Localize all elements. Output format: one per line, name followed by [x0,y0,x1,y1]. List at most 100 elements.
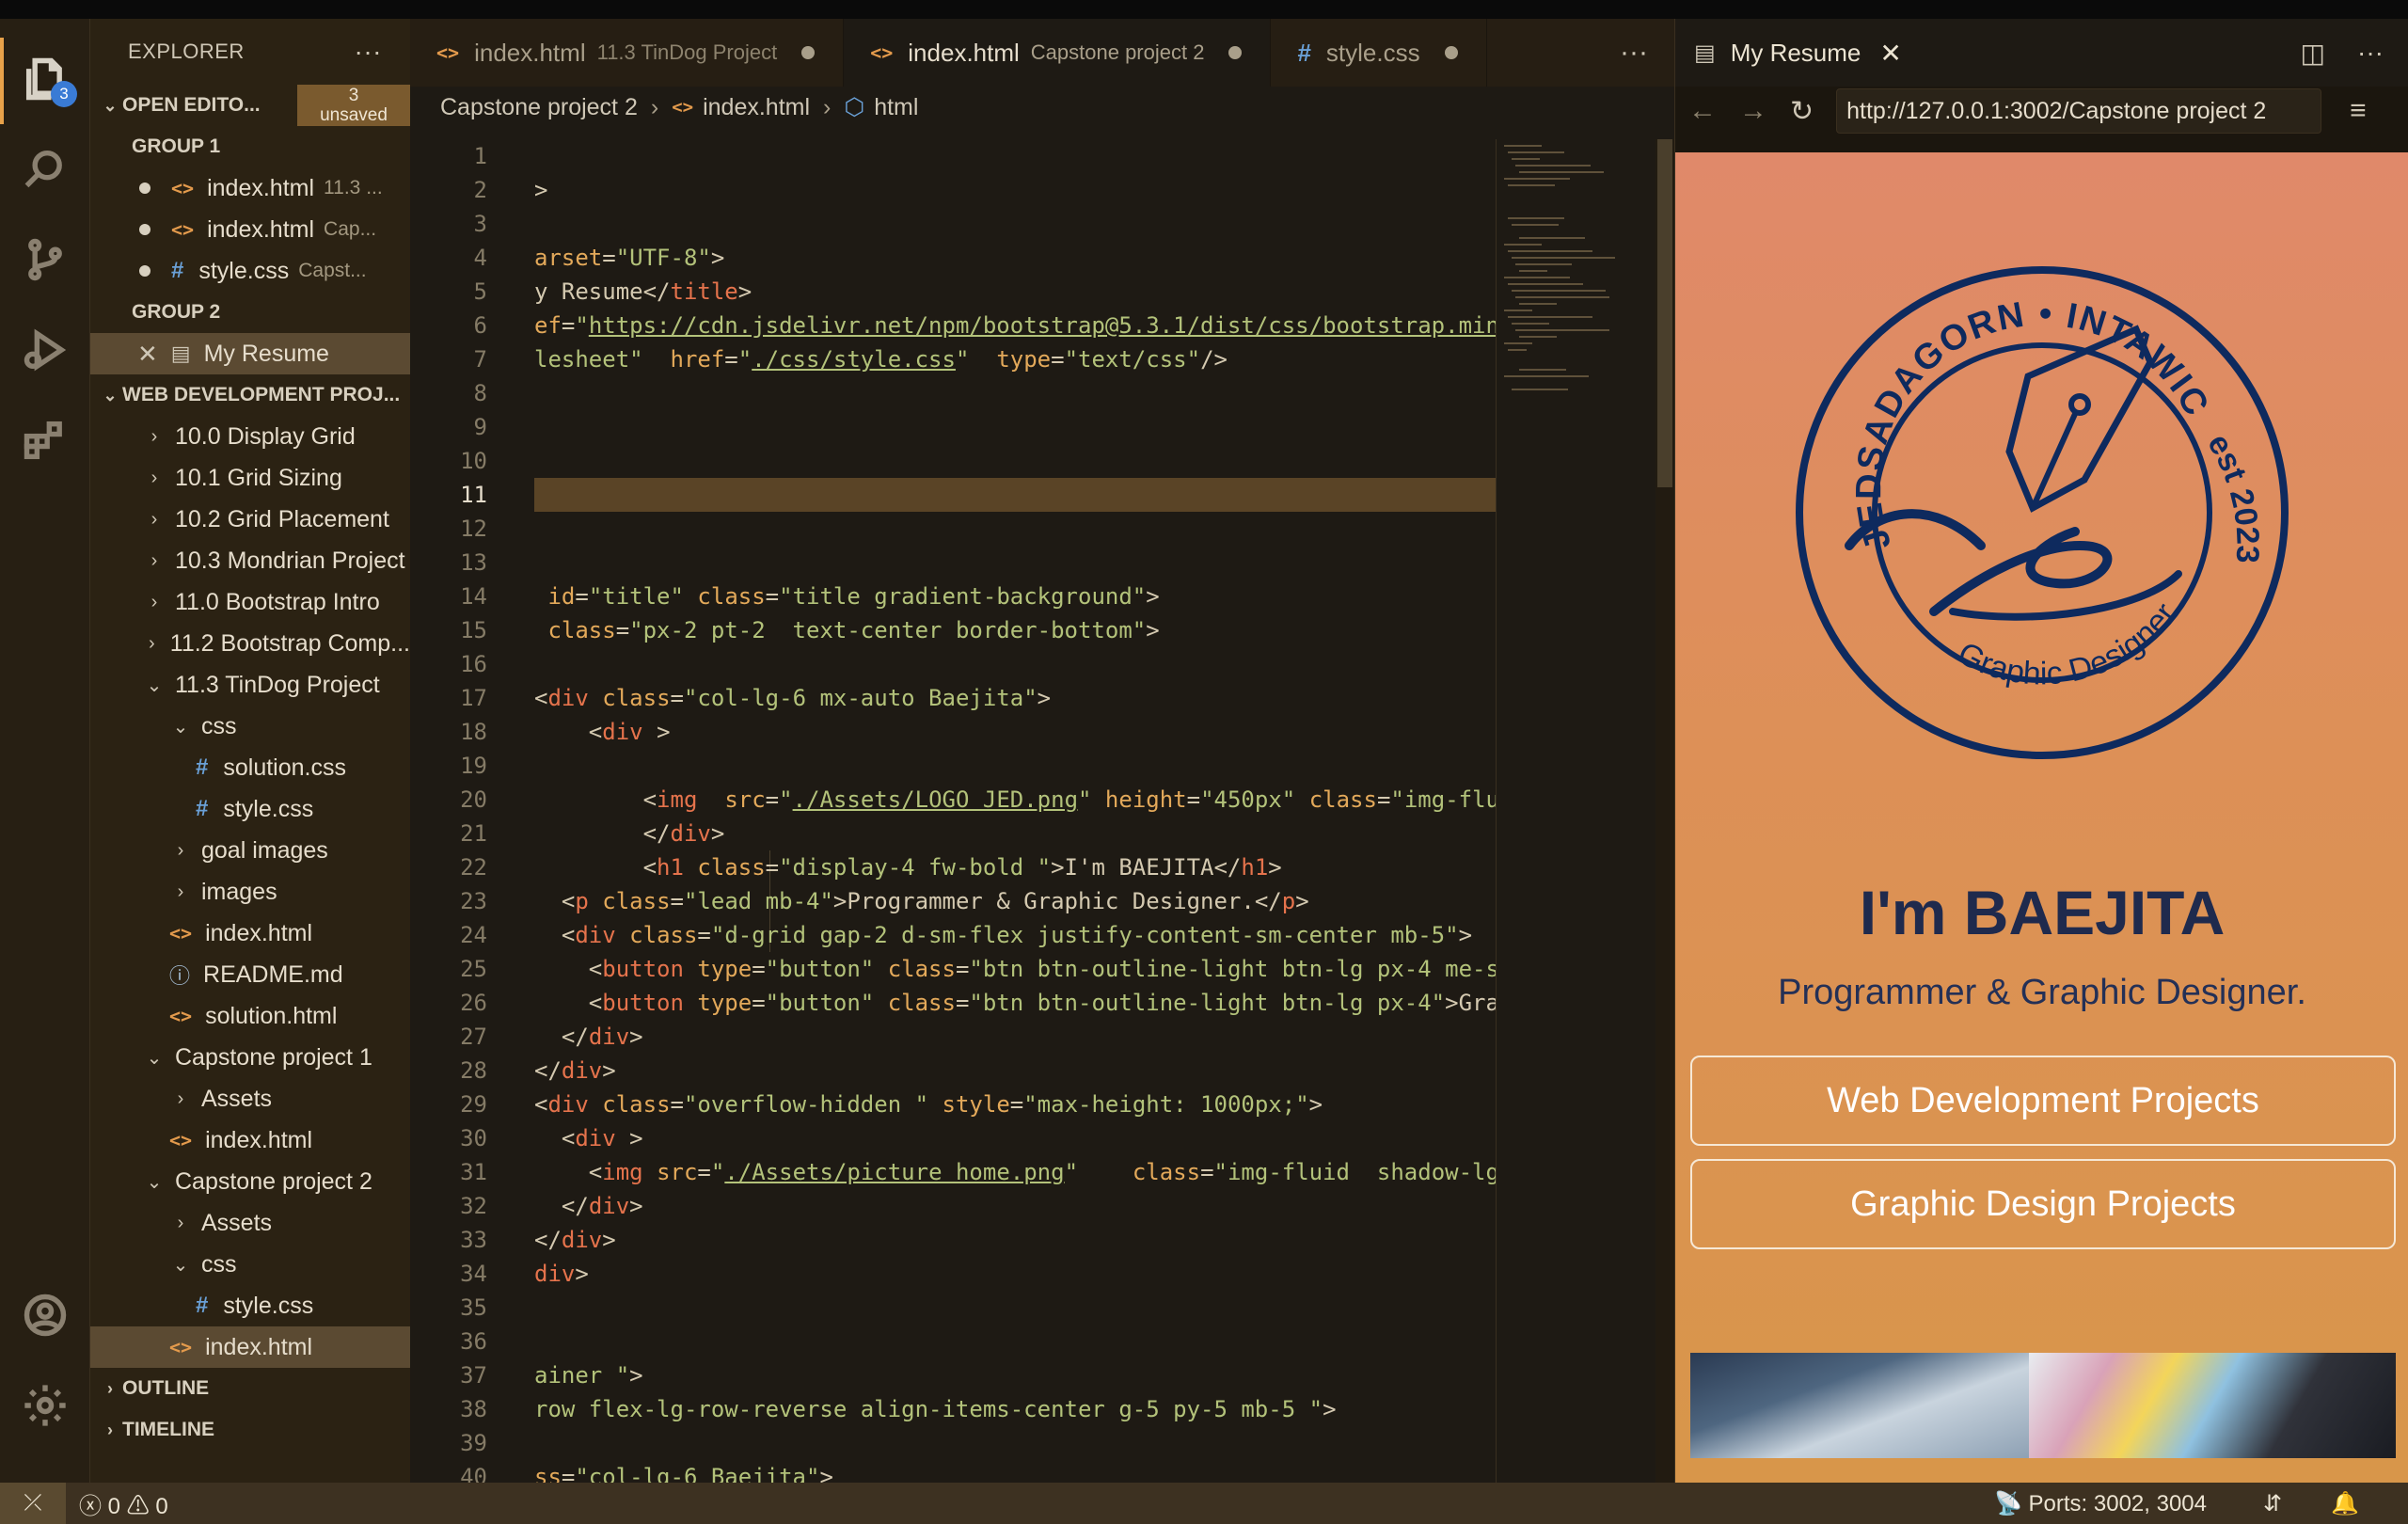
breadcrumb-symbol[interactable]: html [874,94,918,121]
file-item[interactable]: # style.css [90,788,410,830]
chevron-right-icon: › [149,632,155,654]
tab-name: index.html [908,38,1020,67]
account-icon[interactable] [19,1289,71,1341]
hamburger-menu-icon[interactable]: ≡ [2350,95,2367,127]
folder-item[interactable]: › Assets [90,1202,410,1244]
code-line: <div > [588,719,671,745]
project-section[interactable]: ⌄ WEB DEVELOPMENT PROJ... [90,374,410,416]
scroll-thumb[interactable] [1657,139,1672,487]
breadcrumb-folder[interactable]: Capstone project 2 [440,94,638,121]
ports-indicator[interactable]: 📡 Ports: 3002, 3004 [1994,1490,2207,1517]
modified-dot-icon[interactable] [1444,46,1458,59]
file-item[interactable]: <> index.html [90,1326,410,1368]
folder-item[interactable]: ⌄ css [90,1244,410,1285]
explorer-icon[interactable]: 3 [19,53,77,107]
warning-count: 0 [155,1493,168,1519]
more-actions-icon[interactable]: ··· [355,37,382,67]
preview-icon: ▤ [1694,40,1716,66]
folder-item[interactable]: › 11.2 Bootstrap Comp... [90,623,410,664]
line-number: 17 [460,685,487,711]
source-control-icon[interactable] [19,233,71,286]
minimap-line [1515,263,1572,265]
tab-style-css[interactable]: # style.css [1271,19,1487,87]
more-actions-icon[interactable]: ··· [2357,38,2384,69]
open-editor-item[interactable]: ✕ ▤ My Resume [90,333,410,374]
open-editors-section[interactable]: ⌄ OPEN EDITO... 3 unsaved [90,85,410,126]
folder-item[interactable]: › 10.2 Grid Placement [90,499,410,540]
open-editor-item[interactable]: # style.css Capst... [90,250,410,292]
forward-arrow-icon[interactable]: → [1739,95,1767,127]
file-item[interactable]: # solution.css [90,747,410,788]
split-editor-icon[interactable]: ◫ [2301,38,2325,69]
open-editor-name: index.html [207,215,315,243]
settings-gear-icon[interactable] [19,1379,71,1432]
code-area[interactable]: 1 2 3 4 5 6 7 8 9 10 11 12 13 14 15 16 17 18 19 20 21 22 23 24 2… [410,139,1496,1483]
site-lead: Programmer & Graphic Designer. [1778,973,2306,1012]
folder-item[interactable]: › 10.1 Grid Sizing [90,457,410,499]
line-number: 2 [473,177,487,203]
line-number: 24 [460,922,487,948]
minimap-line [1519,171,1604,173]
folder-item[interactable]: › 10.3 Mondrian Project [90,540,410,581]
rendered-site: JEDSADAGORN • INTAWICHA est 2023 Graphic… [1675,152,2408,1483]
folder-item[interactable]: ⌄ css [90,706,410,747]
tree-item-label: style.css [223,1292,314,1319]
run-debug-icon[interactable] [19,324,71,376]
folder-item[interactable]: ⌄ Capstone project 2 [90,1161,410,1202]
back-arrow-icon[interactable]: ← [1688,95,1717,127]
tab-index-tindog[interactable]: <> index.html 11.3 TinDog Project [410,19,845,87]
html-file-icon: <> [169,922,193,945]
tree-item-label: 11.0 Bootstrap Intro [175,588,380,615]
open-editor-desc: Cap... [324,218,377,240]
modified-dot-icon[interactable] [801,46,816,59]
minimap-line [1508,283,1583,285]
web-development-projects-button[interactable]: Web Development Projects [1690,1056,2396,1146]
file-item[interactable]: # style.css [90,1285,410,1326]
breadcrumb-file[interactable]: index.html [703,94,810,121]
line-number: 16 [460,651,487,677]
close-icon[interactable]: ✕ [137,340,158,369]
tab-my-resume[interactable]: ▤ My Resume ✕ [1675,19,1925,87]
minimap-line [1519,369,1566,371]
tab-index-capstone[interactable]: <> index.html Capstone project 2 [844,19,1272,87]
open-editor-item[interactable]: <> index.html 11.3 ... [90,167,410,209]
modified-dot-icon[interactable] [1228,46,1243,59]
code-line: </div> [561,1024,643,1050]
file-item[interactable]: <> index.html [90,913,410,954]
reload-icon[interactable]: ↻ [1790,95,1814,128]
file-item[interactable]: <> solution.html [90,995,410,1037]
live-share-icon[interactable]: ⇵ [2263,1490,2282,1517]
more-actions-icon[interactable]: ··· [1487,19,1674,87]
explorer-title: EXPLORER [128,40,245,63]
editor-scrollbar[interactable] [1656,139,1674,1483]
timeline-section[interactable]: › TIMELINE [90,1409,410,1451]
extensions-icon[interactable] [19,414,71,467]
folder-item[interactable]: › Assets [90,1078,410,1119]
outline-section[interactable]: › OUTLINE [90,1368,410,1409]
file-item[interactable]: ⓘ README.md [90,954,410,995]
remote-indicator-icon[interactable]: ⤫ [0,1483,66,1524]
folder-item[interactable]: › goal images [90,830,410,871]
line-number: 1 [473,143,487,169]
minimap[interactable] [1496,139,1656,1483]
graphic-design-projects-button[interactable]: Graphic Design Projects [1690,1159,2396,1249]
folder-item[interactable]: ⌄ 11.3 TinDog Project [90,664,410,706]
tree-item-label: Assets [201,1085,273,1112]
status-bar: ⤫ ⓧ 0 ⚠ 0 📡 Ports: 3002, 3004 ⇵ 🔔 [0,1483,2408,1524]
line-number: 27 [460,1024,487,1050]
folder-item[interactable]: ⌄ Capstone project 1 [90,1037,410,1078]
line-number: 3 [473,211,487,237]
problems-indicator[interactable]: ⓧ 0 ⚠ 0 [79,1487,168,1520]
html-file-icon: <> [672,97,694,118]
chevron-right-icon: › [150,591,158,612]
folder-item[interactable]: › 10.0 Display Grid [90,416,410,457]
notifications-bell-icon[interactable]: 🔔 [2331,1490,2359,1517]
line-number: 12 [460,516,487,542]
folder-item[interactable]: › 11.0 Bootstrap Intro [90,581,410,623]
url-input[interactable]: http://127.0.0.1:3002/Capstone project 2 [1836,88,2322,134]
open-editor-item[interactable]: <> index.html Cap... [90,209,410,250]
close-icon[interactable]: ✕ [1879,38,1901,69]
folder-item[interactable]: › images [90,871,410,913]
search-icon[interactable] [19,143,71,196]
file-item[interactable]: <> index.html [90,1119,410,1161]
